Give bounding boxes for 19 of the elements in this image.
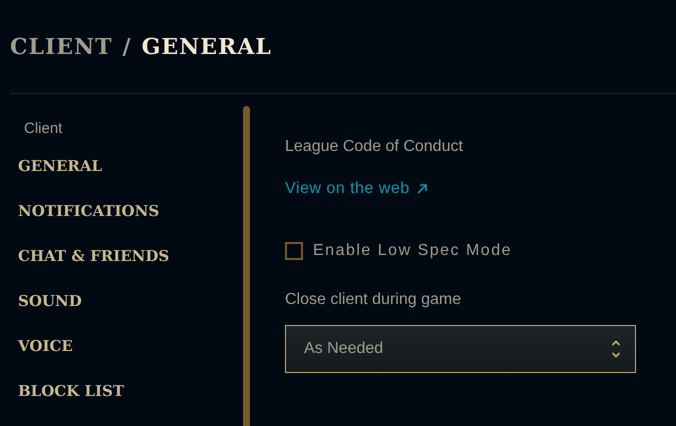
breadcrumb-parent: CLIENT (10, 33, 113, 62)
external-link-icon (416, 183, 428, 195)
checkbox[interactable] (285, 242, 303, 260)
scrollbar-thumb[interactable] (243, 106, 250, 426)
sidebar-item[interactable]: NOTIFICATIONS (18, 189, 243, 234)
sidebar-item[interactable]: BLOCK LIST (18, 369, 243, 414)
sidebar-item[interactable]: SOUND (18, 279, 243, 324)
updown-arrow-icon (611, 339, 621, 359)
sidebar-item[interactable]: VOICE (18, 324, 243, 369)
page-title: GENERAL (142, 33, 272, 62)
dropdown[interactable]: As Needed (285, 325, 636, 373)
section-heading: League Code of Conduct (285, 137, 463, 157)
sidebar-item[interactable]: GENERAL (18, 144, 243, 189)
dropdown-label: Close client during game (285, 290, 462, 310)
sidebar-section-label: Client (24, 119, 64, 139)
sidebar-item[interactable]: CHAT & FRIENDS (18, 234, 243, 279)
breadcrumb-separator: / (122, 33, 132, 62)
web-link[interactable]: View on the web (285, 177, 428, 201)
checkbox-label: Enable Low Spec Mode (313, 241, 512, 261)
